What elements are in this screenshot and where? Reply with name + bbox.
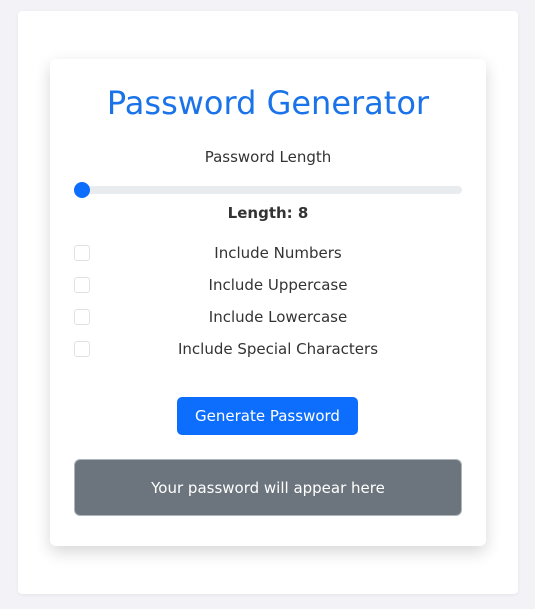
generator-card: Password Generator Password Length Lengt… — [50, 59, 486, 546]
option-include-special[interactable]: Include Special Characters — [74, 338, 462, 360]
password-length-label: Password Length — [204, 148, 332, 166]
length-value: Length: 8 — [227, 204, 309, 222]
password-output: Your password will appear here — [74, 459, 462, 516]
page-title: Password Generator — [106, 84, 430, 122]
generate-password-button[interactable]: Generate Password — [177, 397, 358, 435]
password-output-text: Your password will appear here — [151, 478, 385, 497]
page-container: Password Generator Password Length Lengt… — [18, 11, 518, 594]
include-numbers-checkbox[interactable] — [74, 245, 90, 261]
include-special-label[interactable]: Include Special Characters — [94, 340, 462, 358]
option-include-uppercase[interactable]: Include Uppercase — [74, 274, 462, 296]
include-lowercase-checkbox[interactable] — [74, 309, 90, 325]
include-numbers-label[interactable]: Include Numbers — [94, 244, 462, 262]
length-slider-thumb[interactable] — [74, 182, 90, 198]
include-uppercase-label[interactable]: Include Uppercase — [94, 276, 462, 294]
include-uppercase-checkbox[interactable] — [74, 277, 90, 293]
length-slider[interactable] — [74, 182, 462, 198]
option-include-numbers[interactable]: Include Numbers — [74, 242, 462, 264]
include-lowercase-label[interactable]: Include Lowercase — [94, 308, 462, 326]
option-include-lowercase[interactable]: Include Lowercase — [74, 306, 462, 328]
include-special-checkbox[interactable] — [74, 341, 90, 357]
